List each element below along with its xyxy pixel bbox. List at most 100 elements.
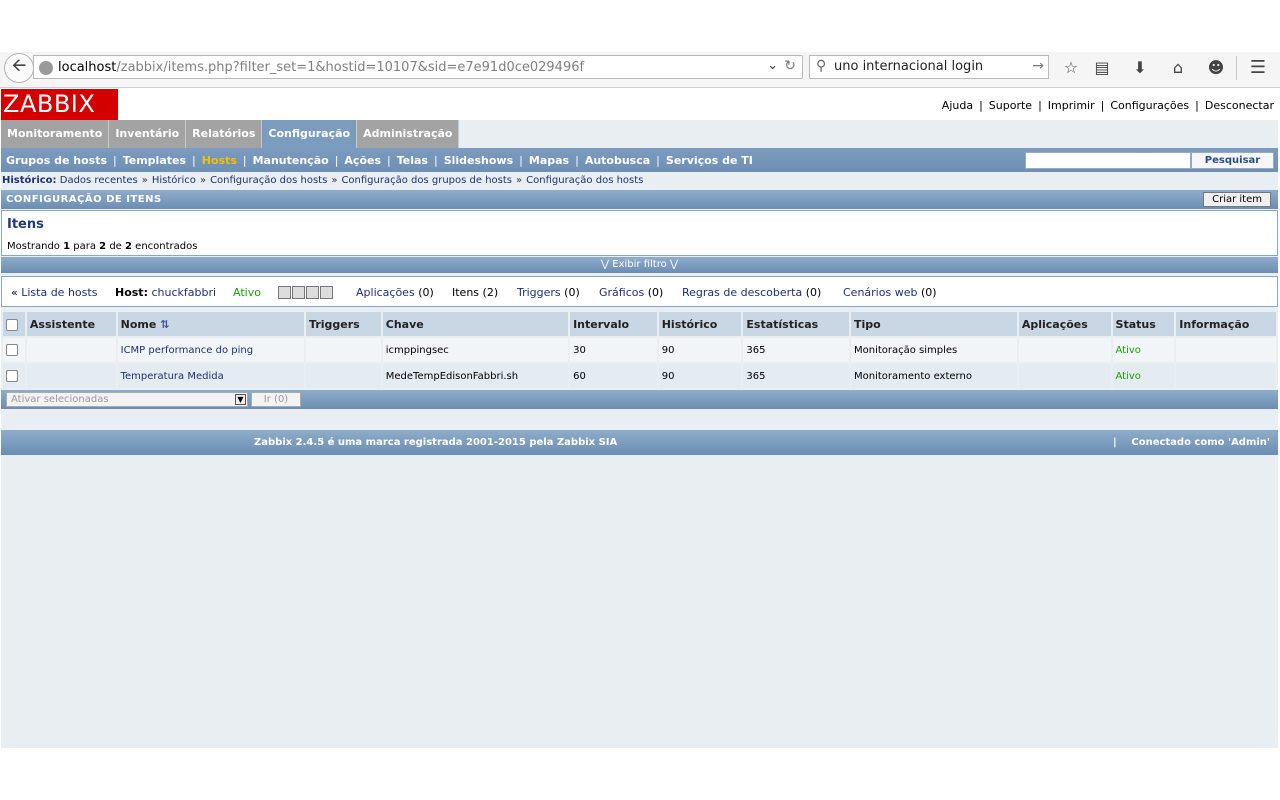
submenu-templates[interactable]: Templates (118, 154, 191, 167)
download-icon[interactable]: ⬇ (1129, 56, 1151, 78)
link-imprimir[interactable]: Imprimir (1048, 99, 1095, 112)
select-all-cell (3, 312, 25, 336)
history-link-2[interactable]: Histórico (152, 175, 196, 186)
tab-administracao[interactable]: Administração (357, 120, 460, 148)
row-checkbox[interactable] (6, 344, 18, 356)
jmx-icon (306, 286, 319, 299)
browser-toolbar: 🡨 localhost/zabbix/items.php?filter_set=… (0, 52, 1280, 88)
reload-icon[interactable]: ↻ (784, 58, 796, 74)
submenu-servicos-de-ti[interactable]: Serviços de TI (661, 154, 758, 167)
filter-toggle[interactable]: ⋁ Exibir filtro ⋁ (1, 257, 1278, 273)
availability-icons (278, 286, 333, 299)
submenu-acoes[interactable]: Ações (339, 154, 386, 167)
back-button[interactable]: 🡨 (4, 53, 34, 83)
chevron-down-icon: ⋁ (669, 259, 679, 270)
browser-search-bar[interactable]: ⚲ → (809, 55, 1049, 79)
header-intervalo[interactable]: Intervalo (570, 312, 657, 336)
link-suporte[interactable]: Suporte (989, 99, 1032, 112)
link-graficos[interactable]: Gráficos (599, 286, 644, 299)
page-title: Itens (7, 217, 44, 232)
submenu-telas[interactable]: Telas (392, 154, 433, 167)
history-link-3[interactable]: Configuração dos hosts (210, 175, 327, 186)
history-link-4[interactable]: Configuração dos grupos de hosts (341, 175, 512, 186)
zabbix-agent-icon (278, 286, 291, 299)
cell-triggers (306, 338, 381, 362)
cell-assistente (26, 338, 116, 362)
page: ZABBIX Ajuda | Suporte | Imprimir | Configuraç… (1, 88, 1278, 748)
home-icon[interactable]: ⌂ (1167, 56, 1189, 78)
select-all-checkbox[interactable] (6, 318, 18, 331)
sort-arrow-icon: ⇅ (160, 317, 170, 331)
footer-separator: | (1113, 437, 1117, 448)
submenu-manutencao[interactable]: Manutenção (248, 154, 334, 167)
status-link[interactable]: Ativo (1116, 345, 1141, 356)
go-button[interactable]: Ir (0) (251, 392, 301, 407)
link-aplicacoes[interactable]: Aplicações (356, 286, 415, 299)
top-links: Ajuda | Suporte | Imprimir | Configurações | Des… (941, 99, 1274, 112)
cell-tipo: Monitoração simples (850, 338, 1017, 362)
tab-inventario[interactable]: Inventário (109, 120, 187, 148)
header-historico[interactable]: Histórico (658, 312, 742, 336)
submenu-hosts[interactable]: Hosts (197, 154, 242, 167)
link-cenarios-web[interactable]: Cenários web (843, 286, 917, 299)
cell-triggers (306, 364, 381, 388)
submenu-grupos-de-hosts[interactable]: Grupos de hosts (1, 154, 112, 167)
tab-configuracao[interactable]: Configuração (262, 120, 358, 148)
header-informacao: Informação (1176, 312, 1276, 336)
header-nome[interactable]: Nome ⇅ (117, 312, 305, 336)
main-menu: Monitoramento Inventário Relatórios Conf… (1, 120, 460, 148)
item-name-link[interactable]: ICMP performance do ping (121, 345, 253, 356)
chat-icon[interactable]: ☻ (1205, 56, 1227, 78)
menu-icon[interactable]: ☰ (1247, 56, 1269, 78)
url-text: localhost/zabbix/items.php?filter_set=1&… (58, 60, 585, 75)
go-arrow-icon[interactable]: → (1032, 58, 1044, 74)
table-header-row: Assistente Nome ⇅ Triggers Chave Interva… (3, 312, 1276, 336)
cell-intervalo: 60 (570, 364, 657, 388)
items-table: Assistente Nome ⇅ Triggers Chave Interva… (1, 310, 1278, 390)
submenu-slideshows[interactable]: Slideshows (439, 154, 518, 167)
back-arrow-icon: 🡨 (11, 55, 27, 76)
zabbix-logo[interactable]: ZABBIX (1, 89, 118, 120)
reading-list-icon[interactable]: ▤ (1091, 56, 1113, 78)
tab-relatorios[interactable]: Relatórios (186, 120, 263, 148)
bulk-action-select[interactable]: Ativar selecionadas ▼ (6, 392, 248, 407)
item-name-link[interactable]: Temperatura Medida (121, 371, 224, 382)
cell-chave: MedeTempEdisonFabbri.sh (382, 364, 569, 388)
footer-copyright: Zabbix 2.4.5 é uma marca registrada 2001… (254, 437, 618, 448)
history-link-1[interactable]: Dados recentes (60, 175, 138, 186)
browser-search-input[interactable] (834, 59, 1024, 74)
cell-tipo: Monitoramento externo (850, 364, 1017, 388)
link-desconectar[interactable]: Desconectar (1205, 99, 1274, 112)
status-link[interactable]: Ativo (1116, 371, 1141, 382)
header-tipo[interactable]: Tipo (850, 312, 1017, 336)
link-host-name[interactable]: chuckfabbri (151, 286, 216, 299)
link-triggers[interactable]: Triggers (517, 286, 561, 299)
footer-connected-user: Conectado como 'Admin' (1131, 437, 1270, 448)
submenu-autobusca[interactable]: Autobusca (580, 154, 655, 167)
back-to-list: « Lista de hosts (11, 286, 98, 299)
search-button[interactable]: Pesquisar (1191, 152, 1274, 169)
bookmark-star-icon[interactable]: ☆ (1060, 56, 1082, 78)
zabbix-search-input[interactable] (1025, 152, 1191, 169)
history-link-5[interactable]: Configuração dos hosts (526, 175, 643, 186)
create-item-button[interactable]: Criar item (1203, 192, 1271, 207)
row-checkbox[interactable] (6, 370, 18, 382)
link-configuracoes[interactable]: Configurações (1110, 99, 1189, 112)
link-ajuda[interactable]: Ajuda (942, 99, 973, 112)
tab-monitoramento[interactable]: Monitoramento (1, 120, 110, 148)
chevron-down-icon[interactable]: ⌄ (767, 58, 778, 73)
header-estatisticas[interactable]: Estatísticas (743, 312, 849, 336)
url-bar[interactable]: localhost/zabbix/items.php?filter_set=1&… (33, 55, 803, 79)
cell-informacao (1176, 338, 1276, 362)
itens-count-label: Itens (2) (452, 286, 499, 299)
submenu-mapas[interactable]: Mapas (524, 154, 574, 167)
host-info: Host: chuckfabbri (115, 286, 217, 299)
header-status[interactable]: Status (1112, 312, 1175, 336)
header-chave[interactable]: Chave (382, 312, 569, 336)
header-triggers: Triggers (306, 312, 381, 336)
link-regras-de-descoberta[interactable]: Regras de descoberta (682, 286, 802, 299)
link-lista-de-hosts[interactable]: Lista de hosts (21, 286, 97, 299)
cell-historico: 90 (658, 338, 742, 362)
ipmi-icon (320, 286, 333, 299)
table-row: Temperatura Medida MedeTempEdisonFabbri.… (3, 364, 1276, 388)
